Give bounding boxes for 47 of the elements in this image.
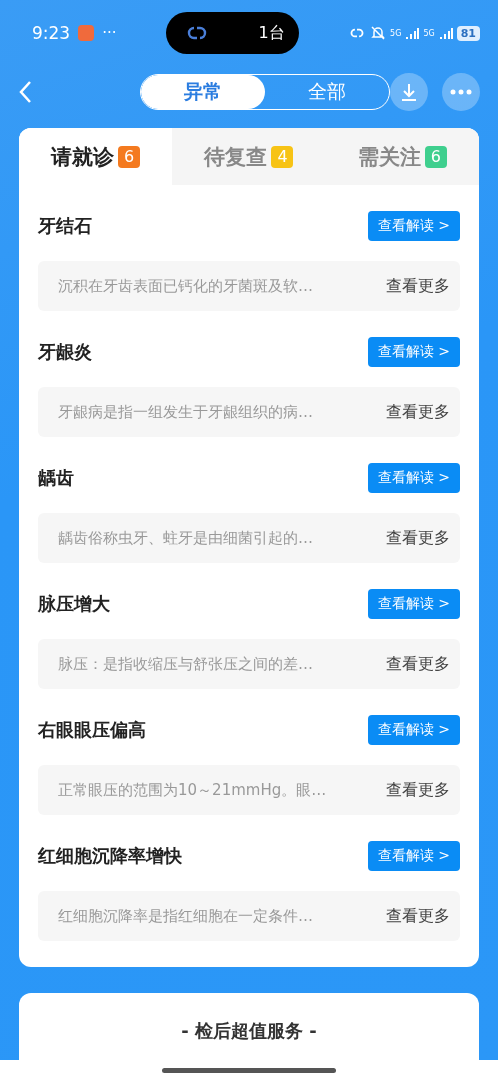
more-button[interactable] [442,73,480,111]
view-more-link[interactable]: 查看更多 [386,527,450,549]
item-title: 脉压增大 [38,592,110,616]
status-time: 9:23 [32,23,71,43]
home-indicator[interactable] [162,1067,336,1073]
count-badge: 6 [424,145,447,168]
view-more-link[interactable]: 查看更多 [386,653,450,675]
segment-tab[interactable]: 全部 [265,75,390,109]
signal-icon [405,27,420,39]
back-chevron-icon [18,80,32,104]
signal-icon [438,27,453,39]
download-icon [400,82,419,102]
view-more-link[interactable]: 查看更多 [386,401,450,423]
network-type: 5G [423,28,435,38]
category-tab[interactable]: 请就诊 6 [19,128,173,185]
view-interpretation-button[interactable]: 查看解读 > [367,589,460,619]
view-more-link[interactable]: 查看更多 [386,779,450,801]
item-title: 右眼眼压偏高 [38,718,146,742]
summary-text: 牙龈病是指一组发生于牙龈组织的病… [58,402,314,422]
summary-text: 龋齿俗称虫牙、蛀牙是由细菌引起的… [58,528,314,548]
view-more-link[interactable]: 查看更多 [386,905,450,927]
bell-muted-icon [370,25,387,41]
download-button[interactable] [390,73,429,111]
item-title: 牙龈炎 [38,340,92,364]
view-more-link[interactable]: 查看更多 [386,275,450,297]
count-badge: 6 [118,145,141,168]
ellipsis-icon [450,89,473,95]
count-badge: 4 [271,145,294,168]
segment-tab[interactable]: 异常 [140,75,266,109]
island-text: 1台 [258,22,285,44]
view-interpretation-button[interactable]: 查看解读 > [367,211,460,241]
view-interpretation-button[interactable]: 查看解读 > [367,715,460,745]
item-title: 红细胞沉降率增快 [38,844,182,868]
summary-text: 脉压：是指收缩压与舒张压之间的差… [58,654,314,674]
summary-text: 沉积在牙齿表面已钙化的牙菌斑及软… [58,276,314,296]
summary-text: 正常眼压的范围为10～21mmHg。眼… [58,780,328,800]
summary-text: 红细胞沉降率是指红细胞在一定条件… [58,906,314,926]
network-type: 5G [390,28,402,38]
battery-level: 81 [456,25,480,41]
more-notifications: ··· [102,24,117,42]
view-interpretation-button[interactable]: 查看解读 > [367,463,460,493]
view-interpretation-button[interactable]: 查看解读 > [367,841,460,871]
view-interpretation-button[interactable]: 查看解读 > [367,337,460,367]
app-notification-icon [78,25,95,41]
item-title: 龋齿 [38,466,74,490]
item-title: 牙结石 [38,214,92,238]
service-title: - 检后超值服务 - [181,1019,317,1043]
